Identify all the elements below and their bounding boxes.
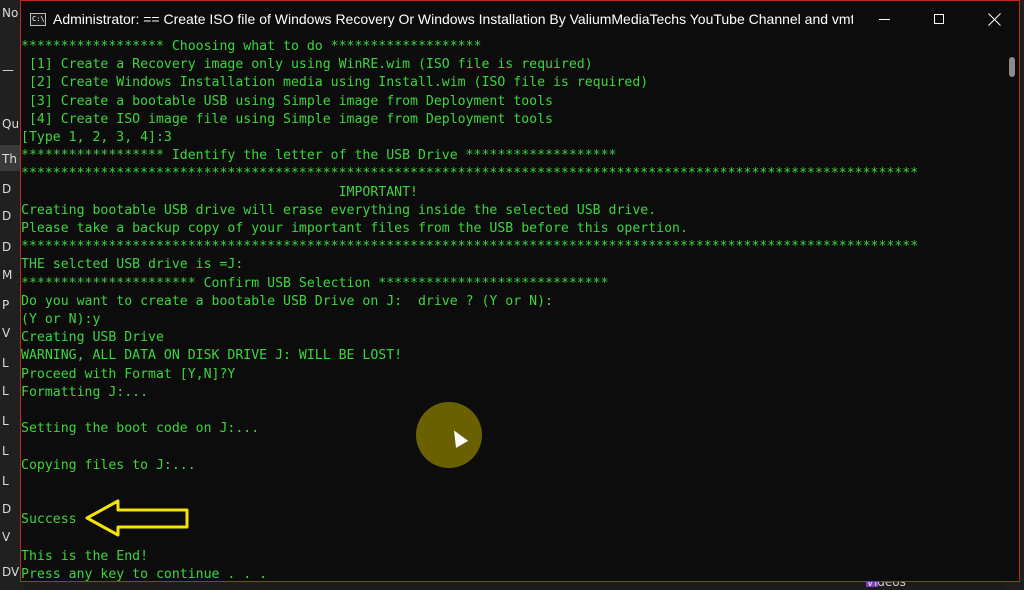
scrollbar-thumb[interactable]: [1009, 57, 1015, 77]
terminal-line: (Y or N):y: [21, 312, 101, 327]
background-nav-item[interactable]: L: [2, 356, 9, 370]
terminal-line: [4] Create ISO image file using Simple i…: [21, 111, 553, 127]
background-nav-item[interactable]: D: [2, 240, 11, 254]
terminal-line: Formatting J:...: [21, 384, 149, 400]
console-app-icon[interactable]: C:\: [30, 13, 46, 26]
background-nav-item[interactable]: M: [2, 268, 12, 282]
background-nav-item[interactable]: D: [2, 209, 11, 223]
close-icon: [988, 13, 1001, 26]
terminal-line: Copying files to J:...: [21, 457, 196, 473]
terminal-line: Setting the boot code on J:...: [21, 421, 260, 437]
maximize-icon: [934, 14, 944, 24]
terminal-line: ****************** Choosing what to do *…: [21, 39, 482, 54]
terminal-line: THE selcted USB drive is =J:: [21, 257, 244, 273]
background-nav-item[interactable]: P: [2, 298, 9, 312]
background-nav-item[interactable]: L: [2, 384, 9, 398]
terminal-line: Creating USB Drive: [21, 330, 164, 346]
terminal-line: ****************************************…: [21, 239, 919, 255]
minimize-icon: [878, 18, 890, 20]
maximize-button[interactable]: [916, 1, 962, 37]
background-nav-item[interactable]: —: [2, 63, 14, 77]
background-nav-item[interactable]: L: [2, 474, 9, 488]
terminal-line: ****************** Identify the letter o…: [21, 148, 617, 164]
yellow-arrow-annotation: [85, 499, 189, 537]
background-nav-item[interactable]: V: [2, 326, 10, 340]
title-bar[interactable]: C:\ Administrator: == Create ISO file of…: [21, 1, 1019, 37]
background-nav-item[interactable]: Th: [2, 152, 17, 166]
background-nav-item[interactable]: L: [2, 414, 9, 428]
terminal-line: Please take a backup copy of your import…: [21, 221, 688, 236]
terminal-line: This is the End!: [21, 548, 149, 564]
background-nav-item[interactable]: V: [2, 530, 10, 544]
terminal-line: Success: [21, 512, 77, 528]
terminal-scrollbar[interactable]: [1005, 37, 1019, 581]
background-nav-item[interactable]: No: [2, 6, 18, 20]
terminal-line: [2] Create Windows Installation media us…: [21, 75, 649, 91]
terminal-line: IMPORTANT!: [21, 184, 418, 200]
background-nav-item[interactable]: Qu: [2, 117, 19, 131]
terminal-line: Do you want to create a bootable USB Dri…: [21, 293, 553, 309]
terminal-line: ****************************************…: [21, 166, 919, 182]
terminal-line: [3] Create a bootable USB using Simple i…: [21, 93, 553, 109]
terminal-line: Creating bootable USB drive will erase e…: [21, 202, 657, 218]
terminal-line: [1] Create a Recovery image only using W…: [21, 57, 593, 73]
background-nav-item[interactable]: DV: [2, 565, 19, 579]
terminal-line: Proceed with Format [Y,N]?Y: [21, 366, 236, 382]
terminal-line: [Type 1, 2, 3, 4]:3: [21, 130, 172, 145]
background-nav-item[interactable]: D: [2, 502, 11, 516]
background-nav-item[interactable]: L: [2, 444, 9, 458]
background-nav-item[interactable]: D: [2, 182, 11, 196]
terminal-line: Press any key to continue . . .: [21, 566, 268, 581]
console-window: C:\ Administrator: == Create ISO file of…: [20, 0, 1020, 582]
terminal-line: WARNING, ALL DATA ON DISK DRIVE J: WILL …: [21, 348, 403, 364]
terminal-line: ********************** Confirm USB Selec…: [21, 275, 609, 291]
close-button[interactable]: [971, 1, 1017, 37]
minimize-button[interactable]: [861, 1, 907, 37]
window-title: Administrator: == Create ISO file of Win…: [53, 11, 853, 27]
